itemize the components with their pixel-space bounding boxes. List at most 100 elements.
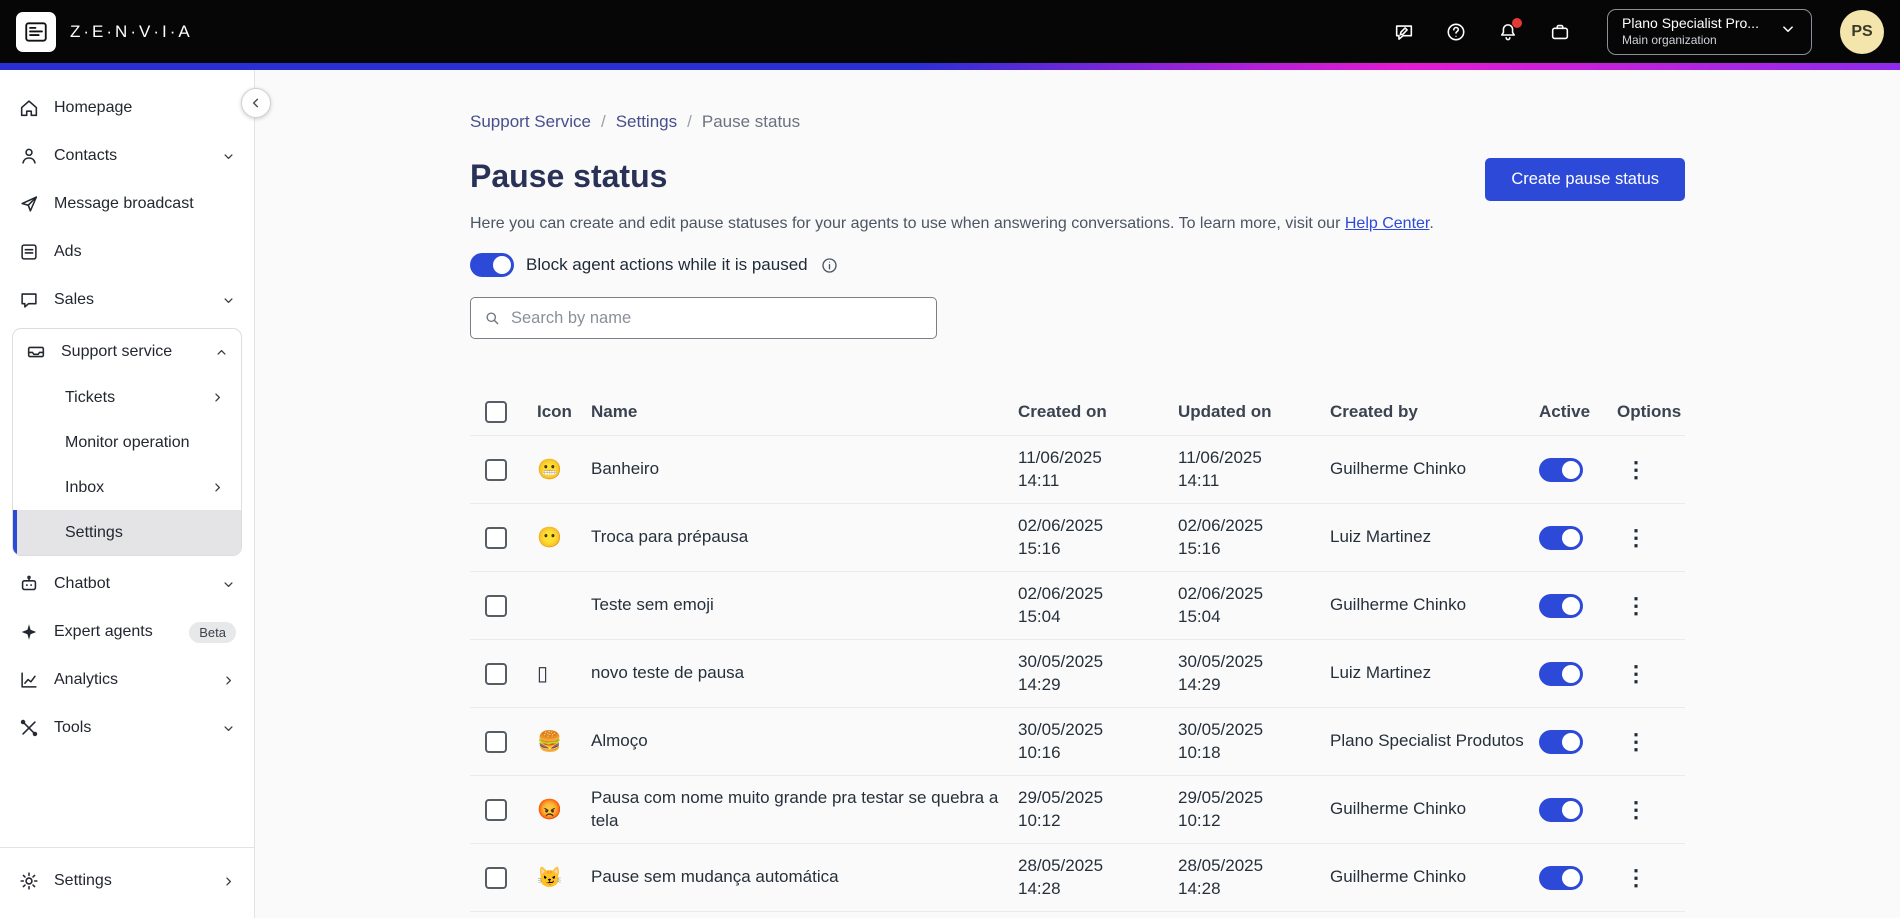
sidebar-item-tools[interactable]: Tools xyxy=(0,704,254,752)
sidebar-item-sales[interactable]: Sales xyxy=(0,276,254,324)
row-created-by: Guilherme Chinko xyxy=(1330,867,1467,887)
sidebar-item-label: Settings xyxy=(54,872,112,889)
row-name: Troca para prépausa xyxy=(591,527,749,547)
row-active-toggle[interactable] xyxy=(1539,525,1583,550)
row-name: Pausa com nome muito grande pra testar s… xyxy=(591,787,999,830)
row-emoji-icon: ▯ xyxy=(537,663,549,685)
header-active: Active xyxy=(1539,402,1591,421)
row-active-toggle[interactable] xyxy=(1539,661,1583,686)
zenvia-logo[interactable] xyxy=(16,11,56,52)
row-created-on: 02/06/2025 15:04 xyxy=(1018,583,1104,626)
sidebar-item-monitor-operation[interactable]: Monitor operation xyxy=(13,420,241,465)
row-updated-on: 30/05/2025 14:29 xyxy=(1178,651,1264,694)
sidebar-item-label: Analytics xyxy=(54,671,119,688)
row-options-button[interactable]: ⋮ xyxy=(1617,798,1655,821)
breadcrumb-link[interactable]: Settings xyxy=(616,112,677,132)
zenvia-logo-icon xyxy=(25,21,47,42)
tools-icon xyxy=(18,717,40,739)
breadcrumb-separator: / xyxy=(600,112,606,131)
row-created-on: 02/06/2025 15:16 xyxy=(1018,515,1104,558)
row-options-button[interactable]: ⋮ xyxy=(1617,662,1655,685)
header-created-on: Created on xyxy=(1018,402,1107,421)
beta-badge: Beta xyxy=(189,621,236,643)
ads-icon xyxy=(18,241,40,263)
row-options-button[interactable]: ⋮ xyxy=(1617,730,1655,753)
row-created-by: Guilherme Chinko xyxy=(1330,595,1467,615)
row-updated-on: 02/06/2025 15:04 xyxy=(1178,583,1264,626)
sidebar-item-label: Tools xyxy=(54,719,92,736)
breadcrumb-link[interactable]: Support Service xyxy=(470,112,591,132)
row-options-button[interactable]: ⋮ xyxy=(1617,526,1655,549)
chevron-down-icon xyxy=(1779,20,1797,43)
sidebar-bottom: Settings xyxy=(0,847,254,918)
search-input[interactable] xyxy=(511,308,924,328)
chevron-up-icon xyxy=(214,345,229,360)
block-agent-toggle-row: Block agent actions while it is paused xyxy=(470,253,1685,277)
chevron-down-icon xyxy=(221,149,236,164)
chatbot-icon xyxy=(18,573,40,595)
sidebar-item-support-service[interactable]: Support service xyxy=(13,329,241,375)
sidebar-item-analytics[interactable]: Analytics xyxy=(0,656,254,704)
row-created-on: 29/05/2025 10:12 xyxy=(1018,787,1104,830)
row-name: Almoço xyxy=(591,731,648,751)
create-pause-status-button[interactable]: Create pause status xyxy=(1485,158,1685,201)
organization-name: Plano Specialist Pro... xyxy=(1622,15,1759,32)
row-checkbox[interactable] xyxy=(485,594,507,617)
sidebar-item-label: Chatbot xyxy=(54,575,111,592)
home-icon xyxy=(18,97,40,119)
row-checkbox[interactable] xyxy=(485,866,507,889)
row-checkbox[interactable] xyxy=(485,526,507,549)
select-all-checkbox[interactable] xyxy=(485,401,507,423)
block-agent-toggle[interactable] xyxy=(470,253,514,277)
row-active-toggle[interactable] xyxy=(1539,797,1583,822)
row-options-button[interactable]: ⋮ xyxy=(1617,458,1655,481)
sidebar-collapse-button[interactable] xyxy=(241,88,271,118)
sidebar-item-contacts[interactable]: Contacts xyxy=(0,132,254,180)
sidebar-item-ads[interactable]: Ads xyxy=(0,228,254,276)
header-options: Options xyxy=(1617,402,1682,421)
row-checkbox[interactable] xyxy=(485,458,507,481)
table-row: 😬 Banheiro 11/06/2025 14:11 11/06/2025 14:11 G… xyxy=(470,435,1685,503)
sidebar-item-chatbot[interactable]: Chatbot xyxy=(0,560,254,608)
chevron-right-icon xyxy=(221,874,236,889)
row-options-button[interactable]: ⋮ xyxy=(1617,594,1655,617)
row-name: novo teste de pausa xyxy=(591,663,745,683)
row-active-toggle[interactable] xyxy=(1539,865,1583,890)
sidebar-item-inbox[interactable]: Inbox xyxy=(13,465,241,510)
sparkle-icon xyxy=(18,621,40,643)
row-active-toggle[interactable] xyxy=(1539,729,1583,754)
avatar[interactable]: PS xyxy=(1840,9,1884,54)
row-active-toggle[interactable] xyxy=(1539,593,1583,618)
row-created-by: Luiz Martinez xyxy=(1330,527,1432,547)
row-options-button[interactable]: ⋮ xyxy=(1617,866,1655,889)
sidebar-item-expert-agents[interactable]: Expert agents Beta xyxy=(0,608,254,656)
row-checkbox[interactable] xyxy=(485,798,507,821)
row-checkbox[interactable] xyxy=(485,730,507,753)
sidebar-item-settings[interactable]: Settings xyxy=(13,510,241,555)
row-emoji-icon: 😼 xyxy=(537,867,562,889)
chat-feedback-icon[interactable] xyxy=(1393,21,1415,43)
bell-icon[interactable] xyxy=(1497,17,1522,43)
info-icon[interactable] xyxy=(820,256,839,275)
row-emoji-icon: 😡 xyxy=(537,799,562,821)
sidebar-item-tickets[interactable]: Tickets xyxy=(13,375,241,420)
breadcrumb-current: Pause status xyxy=(701,112,801,131)
row-emoji-icon: 🍔 xyxy=(537,731,562,753)
header-name: Name xyxy=(591,402,638,421)
row-name: Pause sem mudança automática xyxy=(591,867,839,887)
sidebar-item-label: Ads xyxy=(54,243,82,260)
table-row: 🍔 Almoço 30/05/2025 10:16 30/05/2025 10:18 Pla… xyxy=(470,707,1685,775)
sidebar-item-message-broadcast[interactable]: Message broadcast xyxy=(0,180,254,228)
organization-selector[interactable]: Plano Specialist Pro... Main organizatio… xyxy=(1607,8,1812,55)
help-icon[interactable] xyxy=(1445,21,1467,43)
sidebar-item-homepage[interactable]: Homepage xyxy=(0,84,254,132)
row-emoji-icon: 😬 xyxy=(537,459,562,481)
header-created-by: Created by xyxy=(1330,402,1418,421)
briefcase-icon[interactable] xyxy=(1549,21,1571,43)
sidebar-item-label: Tickets xyxy=(65,388,116,406)
row-checkbox[interactable] xyxy=(485,662,507,685)
row-active-toggle[interactable] xyxy=(1539,457,1583,482)
help-center-link[interactable]: Help Center xyxy=(1345,215,1430,232)
sidebar-group-support-service: Support service Tickets Monitor operation I… xyxy=(12,328,242,556)
sidebar-item-settings-bottom[interactable]: Settings xyxy=(0,854,254,908)
